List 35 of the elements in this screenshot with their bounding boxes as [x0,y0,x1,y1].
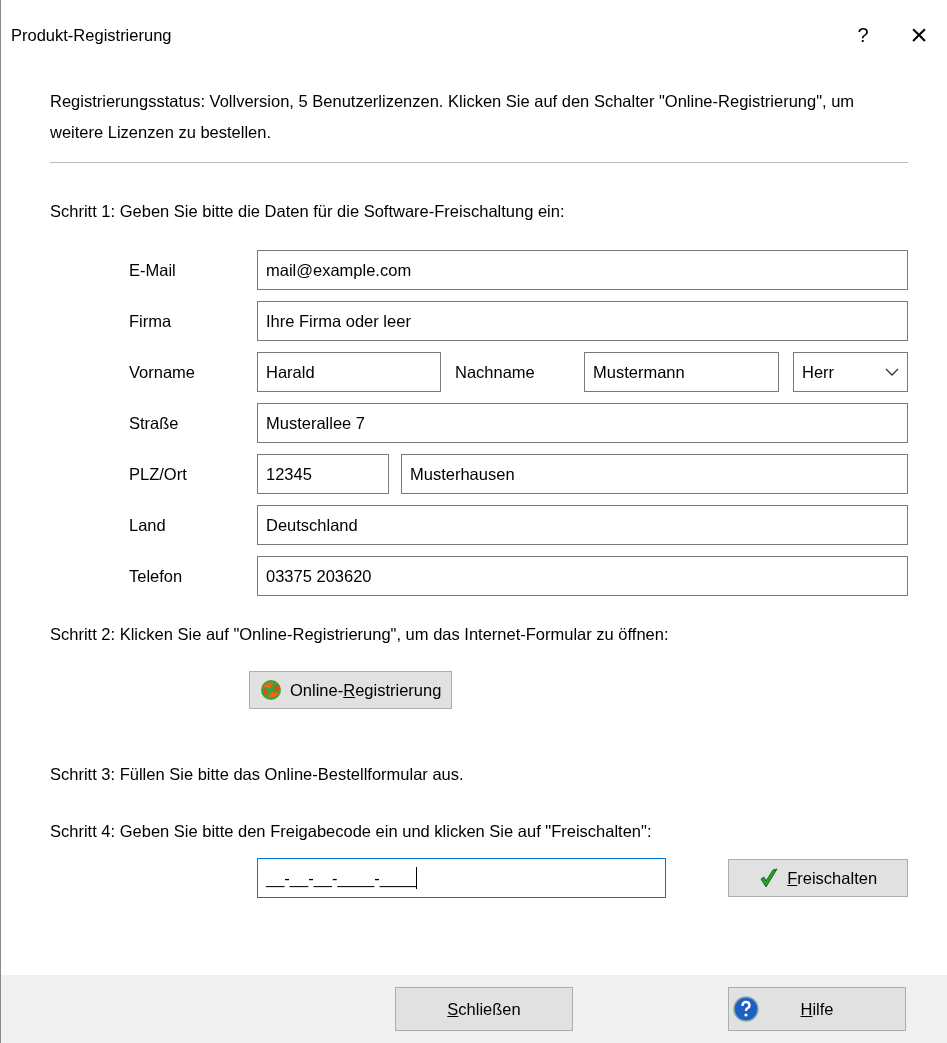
field-label: Vorname [129,362,197,382]
field-label: Land [129,515,167,535]
help-icon [733,996,759,1022]
field-label: E-Mail [129,260,177,280]
field-label: Straße [129,413,180,433]
text-field[interactable]: Ihre Firma oder leer [257,301,908,341]
step-4-text: Schritt 4: Geben Sie bitte den Freigabecode ein und klicken Sie auf "Freischalten": [50,821,653,842]
step-1-text: Schritt 1: Geben Sie bitte die Daten für die Software-Freischaltung ein: [50,201,566,222]
text-field[interactable]: mail@example.com [257,250,908,290]
chevron-down-icon [885,368,899,376]
text-field[interactable]: Musterallee 7 [257,403,908,443]
help-button[interactable]: ? [835,23,891,47]
text-field[interactable]: 03375 203620 [257,556,908,596]
text-field[interactable]: Deutschland [257,505,908,545]
help-dialog-button[interactable]: Hilfe [728,987,906,1031]
text-field[interactable]: 12345 [257,454,389,494]
unlock-code-field[interactable]: __-__-__-____-____ [257,858,667,898]
checkmark-icon [759,867,780,889]
globe-icon [260,679,282,701]
field-label: Telefon [129,566,184,586]
unlock-button[interactable]: Freischalten [728,859,908,897]
close-button[interactable]: × [891,18,947,52]
field-label: Firma [129,311,173,331]
close-dialog-button[interactable]: Schließen [395,987,573,1031]
text-field[interactable]: Musterhausen [401,454,908,494]
step-3-text: Schritt 3: Füllen Sie bitte das Online-Bestellformular aus. [50,764,465,785]
online-registration-button[interactable]: Online-Registrierung [249,671,453,709]
window-title: Produkt-Registrierung [11,25,173,45]
registration-status-text: Registrierungsstatus: Vollversion, 5 Benutzerlizenzen. Klicken Sie auf den Schalter "Online-Registrierung", um weitere Lizenzen zu bestellen. [50,91,856,143]
field-label: Nachname [455,362,536,382]
step-2-text: Schritt 2: Klicken Sie auf "Online-Registrierung", um das Internet-Formular zu öffnen: [50,624,670,645]
field-label: PLZ/Ort [129,464,188,484]
salutation-dropdown[interactable]: Herr [793,352,908,392]
text-field[interactable]: Mustermann [584,352,779,392]
text-field[interactable]: Harald [257,352,441,392]
